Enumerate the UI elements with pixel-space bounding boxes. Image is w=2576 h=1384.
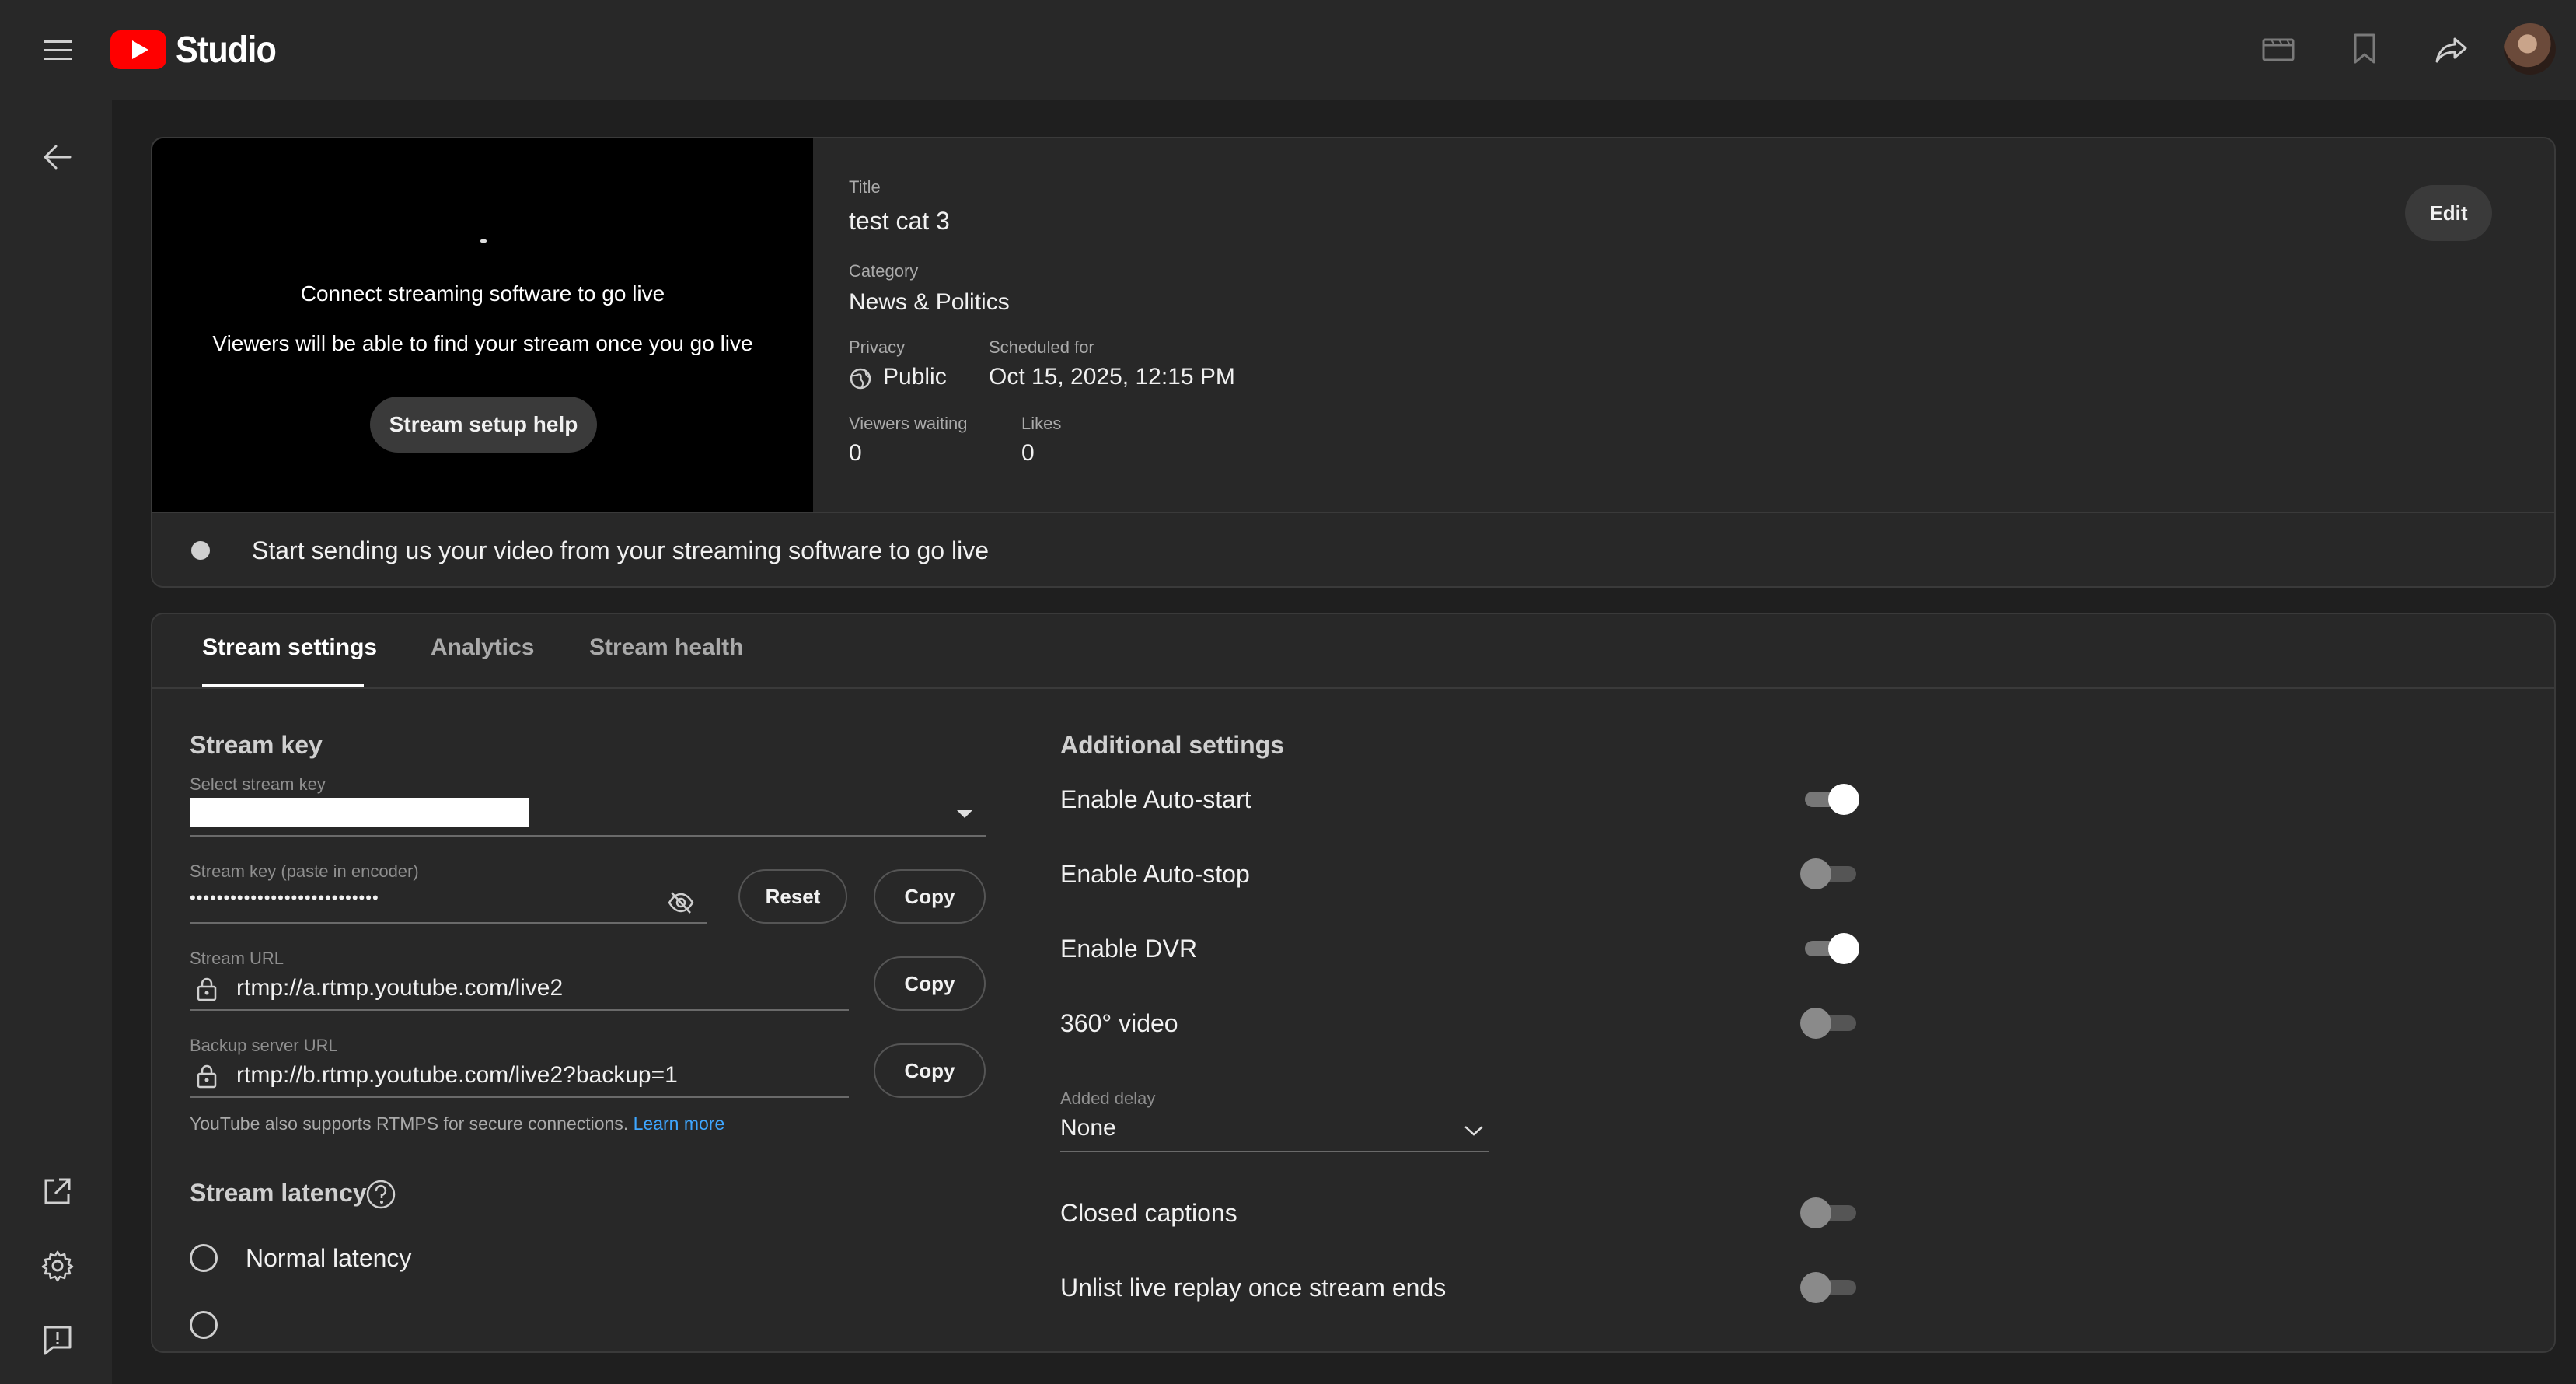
gear-icon[interactable] [37, 1246, 78, 1286]
stream-key-section-title: Stream key [190, 731, 323, 759]
dvr-toggle[interactable] [1800, 933, 1859, 964]
lock-icon [196, 977, 218, 1001]
closed-captions-toggle[interactable] [1800, 1197, 1859, 1228]
toggle-knob [1828, 933, 1859, 964]
edit-button[interactable]: Edit [2405, 185, 2492, 241]
tab-analytics[interactable]: Analytics [431, 634, 534, 661]
added-delay-select[interactable]: None [1060, 1113, 1489, 1152]
stream-url-value: rtmp://a.rtmp.youtube.com/live2 [236, 975, 564, 1001]
copy-url-button[interactable]: Copy [874, 956, 986, 1011]
avatar[interactable] [2504, 23, 2556, 75]
bookmark-icon[interactable] [2347, 30, 2382, 68]
preview-sub-message: Viewers will be able to find your stream… [212, 331, 753, 355]
likes-value: 0 [1021, 440, 1035, 466]
tab-stream-health[interactable]: Stream health [589, 634, 743, 661]
dropdown-arrow-icon [955, 806, 975, 821]
title-label: Title [849, 177, 881, 197]
delay-underline [1060, 1151, 1489, 1152]
select-stream-key-label: Select stream key [190, 774, 326, 794]
video-360-toggle[interactable] [1800, 1008, 1859, 1039]
stream-latency-title: Stream latency [190, 1179, 367, 1207]
toggle-knob [1800, 858, 1831, 889]
auto-start-label: Enable Auto-start [1060, 785, 1251, 813]
select-underline [190, 835, 986, 837]
stream-key-value: •••••••••••••••••••••••••••• [190, 888, 379, 907]
rtmps-helper: YouTube also supports RTMPS for secure c… [190, 1113, 724, 1134]
backup-url-field[interactable]: rtmp://b.rtmp.youtube.com/live2?backup=1 [190, 1061, 849, 1098]
privacy-value: Public [883, 364, 947, 390]
category-label: Category [849, 261, 919, 281]
viewers-waiting-value: 0 [849, 440, 862, 466]
globe-icon [849, 367, 872, 390]
rtmps-helper-text: YouTube also supports RTMPS for secure c… [190, 1113, 629, 1134]
stream-key-select[interactable] [190, 798, 986, 837]
auto-stop-label: Enable Auto-stop [1060, 860, 1250, 888]
divider [152, 512, 2554, 513]
studio-logo[interactable]: Studio [110, 26, 287, 73]
viewers-waiting-label: Viewers waiting [849, 414, 968, 433]
likes-label: Likes [1021, 414, 1062, 433]
backup-url-value: rtmp://b.rtmp.youtube.com/live2?backup=1 [236, 1062, 678, 1088]
stream-overview-card: Connect streaming software to go live Vi… [151, 137, 2556, 588]
stream-settings-card: Stream settings Analytics Stream health … [151, 613, 2556, 1353]
stream-setup-help-button[interactable]: Stream setup help [370, 397, 597, 453]
external-link-icon[interactable] [37, 1171, 78, 1211]
help-icon[interactable] [365, 1179, 396, 1210]
scheduled-value: Oct 15, 2025, 12:15 PM [989, 364, 1235, 390]
left-nav [0, 100, 113, 1384]
key-underline [190, 922, 707, 924]
added-delay-label: Added delay [1060, 1089, 1156, 1108]
auto-stop-toggle[interactable] [1800, 858, 1859, 889]
top-bar: Studio [0, 0, 2576, 101]
share-icon[interactable] [2431, 31, 2472, 68]
reset-button[interactable]: Reset [738, 869, 847, 924]
tabs-divider [152, 687, 2554, 689]
stream-category: News & Politics [849, 289, 1010, 315]
auto-start-toggle[interactable] [1800, 784, 1859, 815]
video-360-label: 360° video [1060, 1009, 1178, 1037]
lock-icon [196, 1064, 218, 1089]
youtube-logo-icon [110, 30, 166, 69]
status-indicator [191, 541, 210, 560]
brand-name: Studio [176, 29, 277, 71]
toggle-knob [1800, 1008, 1831, 1039]
toggle-knob [1800, 1272, 1831, 1303]
learn-more-link[interactable]: Learn more [634, 1113, 725, 1134]
menu-icon[interactable] [37, 31, 78, 68]
latency-radio-partial[interactable] [190, 1311, 218, 1339]
stream-key-field[interactable]: •••••••••••••••••••••••••••• [190, 886, 707, 924]
closed-captions-label: Closed captions [1060, 1199, 1237, 1227]
redacted-key-name [190, 798, 529, 827]
stream-title: test cat 3 [849, 207, 950, 235]
stream-url-field[interactable]: rtmp://a.rtmp.youtube.com/live2 [190, 973, 849, 1011]
tab-stream-settings[interactable]: Stream settings [202, 634, 377, 661]
stream-key-label: Stream key (paste in encoder) [190, 862, 419, 881]
dvr-label: Enable DVR [1060, 935, 1198, 963]
clapperboard-icon[interactable] [2259, 31, 2298, 68]
backup-url-label: Backup server URL [190, 1036, 338, 1055]
copy-key-button[interactable]: Copy [874, 869, 986, 924]
toggle-knob [1800, 1197, 1831, 1228]
stream-url-label: Stream URL [190, 949, 284, 968]
unlist-replay-label: Unlist live replay once stream ends [1060, 1274, 1447, 1302]
additional-settings-title: Additional settings [1060, 731, 1284, 759]
loading-indicator [480, 239, 487, 243]
normal-latency-radio[interactable] [190, 1244, 218, 1272]
visibility-off-icon[interactable] [667, 889, 695, 916]
status-message: Start sending us your video from your st… [252, 536, 989, 564]
back-arrow-icon[interactable] [37, 137, 78, 177]
copy-backup-button[interactable]: Copy [874, 1043, 986, 1098]
url-underline [190, 1009, 849, 1011]
feedback-icon[interactable] [37, 1320, 78, 1361]
unlist-replay-toggle[interactable] [1800, 1272, 1859, 1303]
added-delay-value: None [1060, 1115, 1116, 1141]
stream-preview: Connect streaming software to go live Vi… [152, 138, 813, 512]
chevron-down-icon [1463, 1123, 1485, 1138]
toggle-knob [1828, 784, 1859, 815]
privacy-label: Privacy [849, 337, 906, 357]
normal-latency-label: Normal latency [246, 1244, 412, 1272]
backup-underline [190, 1096, 849, 1098]
preview-message: Connect streaming software to go live [300, 281, 665, 306]
scheduled-label: Scheduled for [989, 337, 1094, 357]
